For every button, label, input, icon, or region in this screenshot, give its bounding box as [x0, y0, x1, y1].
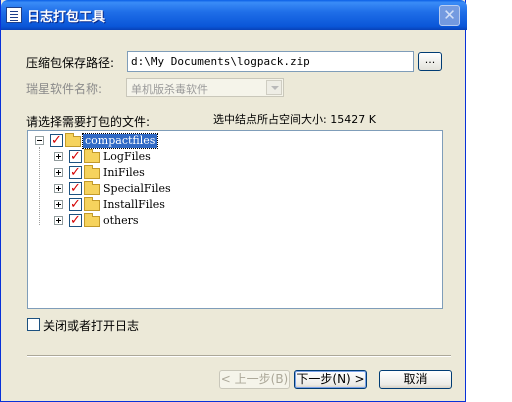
tree-checkbox[interactable]: ✓ — [69, 166, 82, 179]
close-icon: ✕ — [443, 6, 456, 24]
save-path-label: 压缩包保存路径: — [26, 56, 115, 70]
title-bar[interactable]: 日志打包工具 ✕ — [1, 0, 467, 30]
tree-node-label[interactable]: others — [101, 214, 141, 228]
software-name-label: 瑞星软件名称: — [26, 82, 103, 96]
chevron-down-icon[interactable] — [266, 80, 282, 95]
browse-button[interactable]: ... — [418, 52, 442, 71]
software-select[interactable]: 单机版杀毒软件 — [126, 78, 284, 97]
back-button[interactable]: < 上一步(B) — [219, 370, 290, 389]
next-button[interactable]: 下一步(N) > — [294, 370, 367, 389]
select-files-label: 请选择需要打包的文件: — [26, 115, 151, 129]
collapse-icon[interactable] — [35, 136, 44, 145]
tree-line — [39, 147, 40, 225]
tree-node-label[interactable]: IniFiles — [101, 166, 147, 180]
software-select-value: 单机版杀毒软件 — [131, 83, 208, 96]
tree-checkbox[interactable]: ✓ — [69, 198, 82, 211]
folder-icon — [65, 133, 81, 147]
tree-checkbox[interactable]: ✓ — [69, 214, 82, 227]
folder-icon — [84, 165, 100, 179]
expand-icon[interactable] — [54, 200, 63, 209]
folder-icon — [84, 213, 100, 227]
folder-icon — [84, 181, 100, 195]
app-icon — [6, 7, 22, 23]
cancel-button[interactable]: 取消 — [379, 370, 452, 389]
tree-checkbox-root[interactable]: ✓ — [50, 134, 63, 147]
log-pack-dialog: 日志打包工具 ✕ 压缩包保存路径: d:\My Documents\logpac… — [0, 0, 467, 402]
log-toggle-label[interactable]: 关闭或者打开日志 — [43, 317, 139, 334]
close-button[interactable]: ✕ — [439, 5, 460, 26]
expand-icon[interactable] — [54, 216, 63, 225]
window-title: 日志打包工具 — [27, 10, 106, 25]
tree-node-label[interactable]: SpecialFiles — [101, 182, 173, 196]
expand-icon[interactable] — [54, 184, 63, 193]
divider — [27, 355, 451, 357]
tree-checkbox[interactable]: ✓ — [69, 182, 82, 195]
tree-node-label[interactable]: LogFiles — [101, 150, 153, 164]
expand-icon[interactable] — [54, 152, 63, 161]
selected-space-label: 选中结点所占空间大小: 15427 K — [213, 113, 376, 126]
tree-node-label[interactable]: compactfiles — [81, 133, 159, 149]
folder-icon — [84, 149, 100, 163]
save-path-input[interactable]: d:\My Documents\logpack.zip — [127, 51, 414, 72]
expand-icon[interactable] — [54, 168, 63, 177]
tree-node-label[interactable]: InstallFiles — [101, 198, 167, 212]
tree-checkbox[interactable]: ✓ — [69, 150, 82, 163]
file-tree[interactable]: ✓ compactfiles ✓ LogFiles ✓ IniFiles ✓ S… — [27, 130, 443, 309]
folder-icon — [84, 197, 100, 211]
log-toggle-checkbox[interactable] — [27, 318, 40, 331]
